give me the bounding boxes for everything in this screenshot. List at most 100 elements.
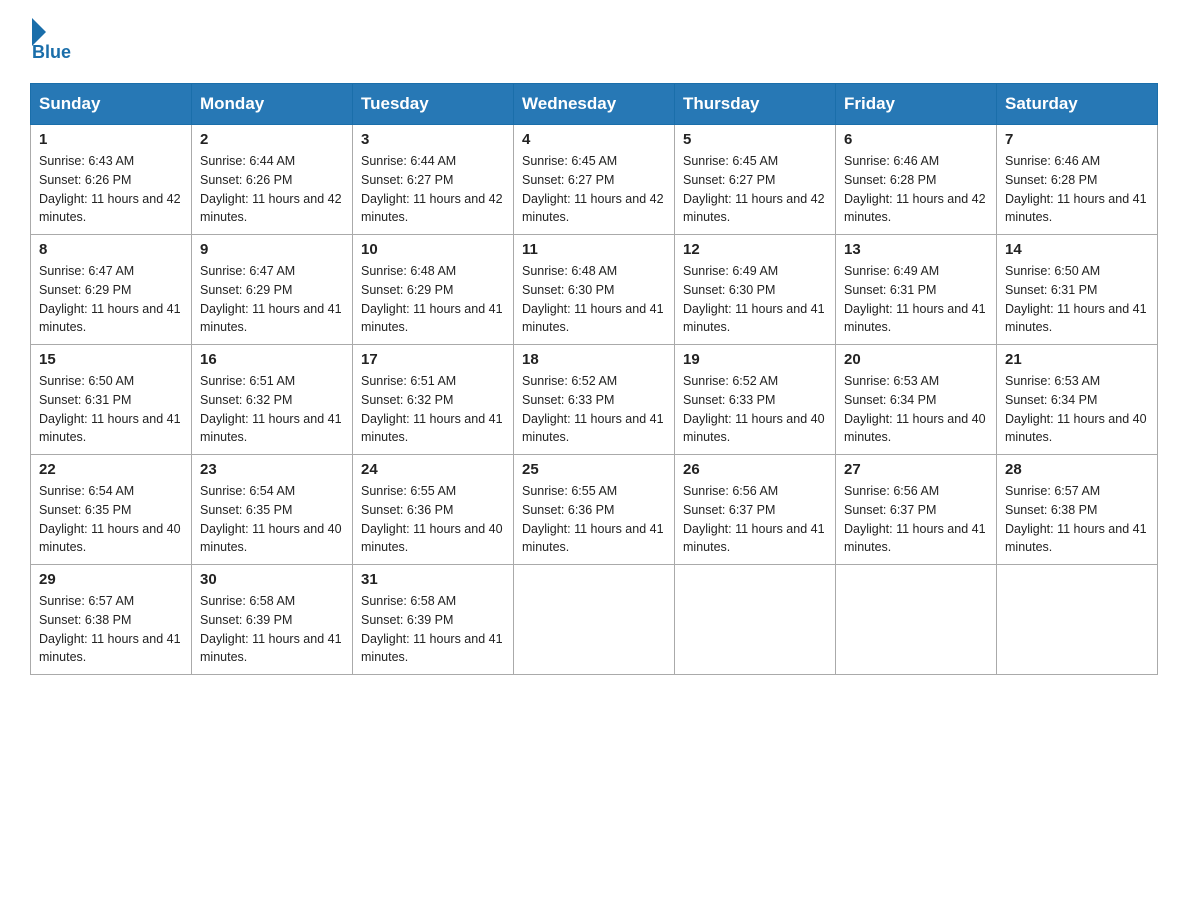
day-number: 18 [522, 351, 666, 368]
day-number: 24 [361, 461, 505, 478]
day-info: Sunrise: 6:44 AMSunset: 6:26 PMDaylight:… [200, 154, 342, 224]
day-number: 5 [683, 131, 827, 148]
calendar-cell: 31 Sunrise: 6:58 AMSunset: 6:39 PMDayligh… [353, 565, 514, 675]
day-number: 21 [1005, 351, 1149, 368]
day-number: 1 [39, 131, 183, 148]
calendar-cell: 18Sunrise: 6:52 AMSunset: 6:33 PMDayligh… [514, 345, 675, 455]
day-number: 20 [844, 351, 988, 368]
day-info: Sunrise: 6:54 AMSunset: 6:35 PMDaylight:… [200, 484, 342, 554]
day-info: Sunrise: 6:46 AMSunset: 6:28 PMDaylight:… [1005, 154, 1147, 224]
day-info: Sunrise: 6:47 AMSunset: 6:29 PMDaylight:… [200, 264, 342, 334]
day-number: 17 [361, 351, 505, 368]
day-number: 12 [683, 241, 827, 258]
day-info: Sunrise: 6:48 AMSunset: 6:29 PMDaylight:… [361, 264, 503, 334]
calendar-cell: 16 Sunrise: 6:51 AMSunset: 6:32 PMDayligh… [192, 345, 353, 455]
day-info: Sunrise: 6:49 AMSunset: 6:31 PMDaylight:… [844, 264, 986, 334]
day-number: 7 [1005, 131, 1149, 148]
day-number: 26 [683, 461, 827, 478]
day-number: 15 [39, 351, 183, 368]
day-info: Sunrise: 6:58 AMSunset: 6:39 PMDaylight:… [200, 594, 342, 664]
day-info: Sunrise: 6:57 AMSunset: 6:38 PMDaylight:… [39, 594, 181, 664]
day-info: Sunrise: 6:55 AMSunset: 6:36 PMDaylight:… [522, 484, 664, 554]
day-number: 27 [844, 461, 988, 478]
calendar-cell: 27 Sunrise: 6:56 AMSunset: 6:37 PMDayligh… [836, 455, 997, 565]
day-info: Sunrise: 6:56 AMSunset: 6:37 PMDaylight:… [844, 484, 986, 554]
calendar-cell: 20 Sunrise: 6:53 AMSunset: 6:34 PMDayligh… [836, 345, 997, 455]
calendar-cell: 29Sunrise: 6:57 AMSunset: 6:38 PMDayligh… [31, 565, 192, 675]
calendar-week-row-5: 29Sunrise: 6:57 AMSunset: 6:38 PMDayligh… [31, 565, 1158, 675]
day-number: 4 [522, 131, 666, 148]
day-number: 11 [522, 241, 666, 258]
calendar-cell: 15 Sunrise: 6:50 AMSunset: 6:31 PMDayligh… [31, 345, 192, 455]
day-number: 22 [39, 461, 183, 478]
day-info: Sunrise: 6:51 AMSunset: 6:32 PMDaylight:… [200, 374, 342, 444]
day-info: Sunrise: 6:45 AMSunset: 6:27 PMDaylight:… [522, 154, 664, 224]
calendar-cell: 9 Sunrise: 6:47 AMSunset: 6:29 PMDaylight… [192, 235, 353, 345]
calendar-cell: 6Sunrise: 6:46 AMSunset: 6:28 PMDaylight… [836, 125, 997, 235]
day-number: 8 [39, 241, 183, 258]
calendar-cell: 3 Sunrise: 6:44 AMSunset: 6:27 PMDaylight… [353, 125, 514, 235]
calendar-week-row-4: 22 Sunrise: 6:54 AMSunset: 6:35 PMDayligh… [31, 455, 1158, 565]
day-number: 3 [361, 131, 505, 148]
calendar-table: SundayMondayTuesdayWednesdayThursdayFrid… [30, 83, 1158, 675]
calendar-header-saturday: Saturday [997, 84, 1158, 125]
page-header: Blue [30, 20, 1158, 63]
day-number: 10 [361, 241, 505, 258]
day-number: 31 [361, 571, 505, 588]
calendar-cell: 14 Sunrise: 6:50 AMSunset: 6:31 PMDayligh… [997, 235, 1158, 345]
day-info: Sunrise: 6:58 AMSunset: 6:39 PMDaylight:… [361, 594, 503, 664]
day-number: 30 [200, 571, 344, 588]
calendar-cell: 10 Sunrise: 6:48 AMSunset: 6:29 PMDayligh… [353, 235, 514, 345]
calendar-week-row-2: 8 Sunrise: 6:47 AMSunset: 6:29 PMDaylight… [31, 235, 1158, 345]
day-number: 14 [1005, 241, 1149, 258]
calendar-header-row: SundayMondayTuesdayWednesdayThursdayFrid… [31, 84, 1158, 125]
day-info: Sunrise: 6:44 AMSunset: 6:27 PMDaylight:… [361, 154, 503, 224]
day-number: 13 [844, 241, 988, 258]
calendar-cell: 30 Sunrise: 6:58 AMSunset: 6:39 PMDayligh… [192, 565, 353, 675]
calendar-cell: 25 Sunrise: 6:55 AMSunset: 6:36 PMDayligh… [514, 455, 675, 565]
calendar-cell [514, 565, 675, 675]
calendar-cell: 13 Sunrise: 6:49 AMSunset: 6:31 PMDayligh… [836, 235, 997, 345]
day-info: Sunrise: 6:48 AMSunset: 6:30 PMDaylight:… [522, 264, 664, 334]
calendar-header-thursday: Thursday [675, 84, 836, 125]
calendar-cell [836, 565, 997, 675]
calendar-cell: 26Sunrise: 6:56 AMSunset: 6:37 PMDayligh… [675, 455, 836, 565]
calendar-header-tuesday: Tuesday [353, 84, 514, 125]
day-info: Sunrise: 6:51 AMSunset: 6:32 PMDaylight:… [361, 374, 503, 444]
day-info: Sunrise: 6:53 AMSunset: 6:34 PMDaylight:… [844, 374, 986, 444]
day-number: 16 [200, 351, 344, 368]
day-number: 6 [844, 131, 988, 148]
calendar-header-wednesday: Wednesday [514, 84, 675, 125]
calendar-cell: 12Sunrise: 6:49 AMSunset: 6:30 PMDayligh… [675, 235, 836, 345]
day-number: 23 [200, 461, 344, 478]
day-info: Sunrise: 6:43 AMSunset: 6:26 PMDaylight:… [39, 154, 181, 224]
calendar-cell: 19Sunrise: 6:52 AMSunset: 6:33 PMDayligh… [675, 345, 836, 455]
day-info: Sunrise: 6:47 AMSunset: 6:29 PMDaylight:… [39, 264, 181, 334]
day-info: Sunrise: 6:57 AMSunset: 6:38 PMDaylight:… [1005, 484, 1147, 554]
day-info: Sunrise: 6:50 AMSunset: 6:31 PMDaylight:… [1005, 264, 1147, 334]
calendar-header-monday: Monday [192, 84, 353, 125]
day-info: Sunrise: 6:50 AMSunset: 6:31 PMDaylight:… [39, 374, 181, 444]
calendar-cell: 17 Sunrise: 6:51 AMSunset: 6:32 PMDayligh… [353, 345, 514, 455]
day-info: Sunrise: 6:55 AMSunset: 6:36 PMDaylight:… [361, 484, 503, 554]
logo: Blue [30, 20, 71, 63]
calendar-cell: 11 Sunrise: 6:48 AMSunset: 6:30 PMDayligh… [514, 235, 675, 345]
calendar-cell: 5 Sunrise: 6:45 AMSunset: 6:27 PMDaylight… [675, 125, 836, 235]
calendar-cell: 2Sunrise: 6:44 AMSunset: 6:26 PMDaylight… [192, 125, 353, 235]
calendar-cell: 23 Sunrise: 6:54 AMSunset: 6:35 PMDayligh… [192, 455, 353, 565]
calendar-cell: 8 Sunrise: 6:47 AMSunset: 6:29 PMDaylight… [31, 235, 192, 345]
day-info: Sunrise: 6:45 AMSunset: 6:27 PMDaylight:… [683, 154, 825, 224]
calendar-header-sunday: Sunday [31, 84, 192, 125]
calendar-cell: 7 Sunrise: 6:46 AMSunset: 6:28 PMDaylight… [997, 125, 1158, 235]
calendar-cell [675, 565, 836, 675]
day-info: Sunrise: 6:53 AMSunset: 6:34 PMDaylight:… [1005, 374, 1147, 444]
calendar-cell: 28Sunrise: 6:57 AMSunset: 6:38 PMDayligh… [997, 455, 1158, 565]
calendar-cell: 4 Sunrise: 6:45 AMSunset: 6:27 PMDaylight… [514, 125, 675, 235]
calendar-cell: 1 Sunrise: 6:43 AMSunset: 6:26 PMDaylight… [31, 125, 192, 235]
day-number: 25 [522, 461, 666, 478]
calendar-cell: 24 Sunrise: 6:55 AMSunset: 6:36 PMDayligh… [353, 455, 514, 565]
day-number: 9 [200, 241, 344, 258]
calendar-cell: 21 Sunrise: 6:53 AMSunset: 6:34 PMDayligh… [997, 345, 1158, 455]
day-number: 19 [683, 351, 827, 368]
calendar-week-row-1: 1 Sunrise: 6:43 AMSunset: 6:26 PMDaylight… [31, 125, 1158, 235]
